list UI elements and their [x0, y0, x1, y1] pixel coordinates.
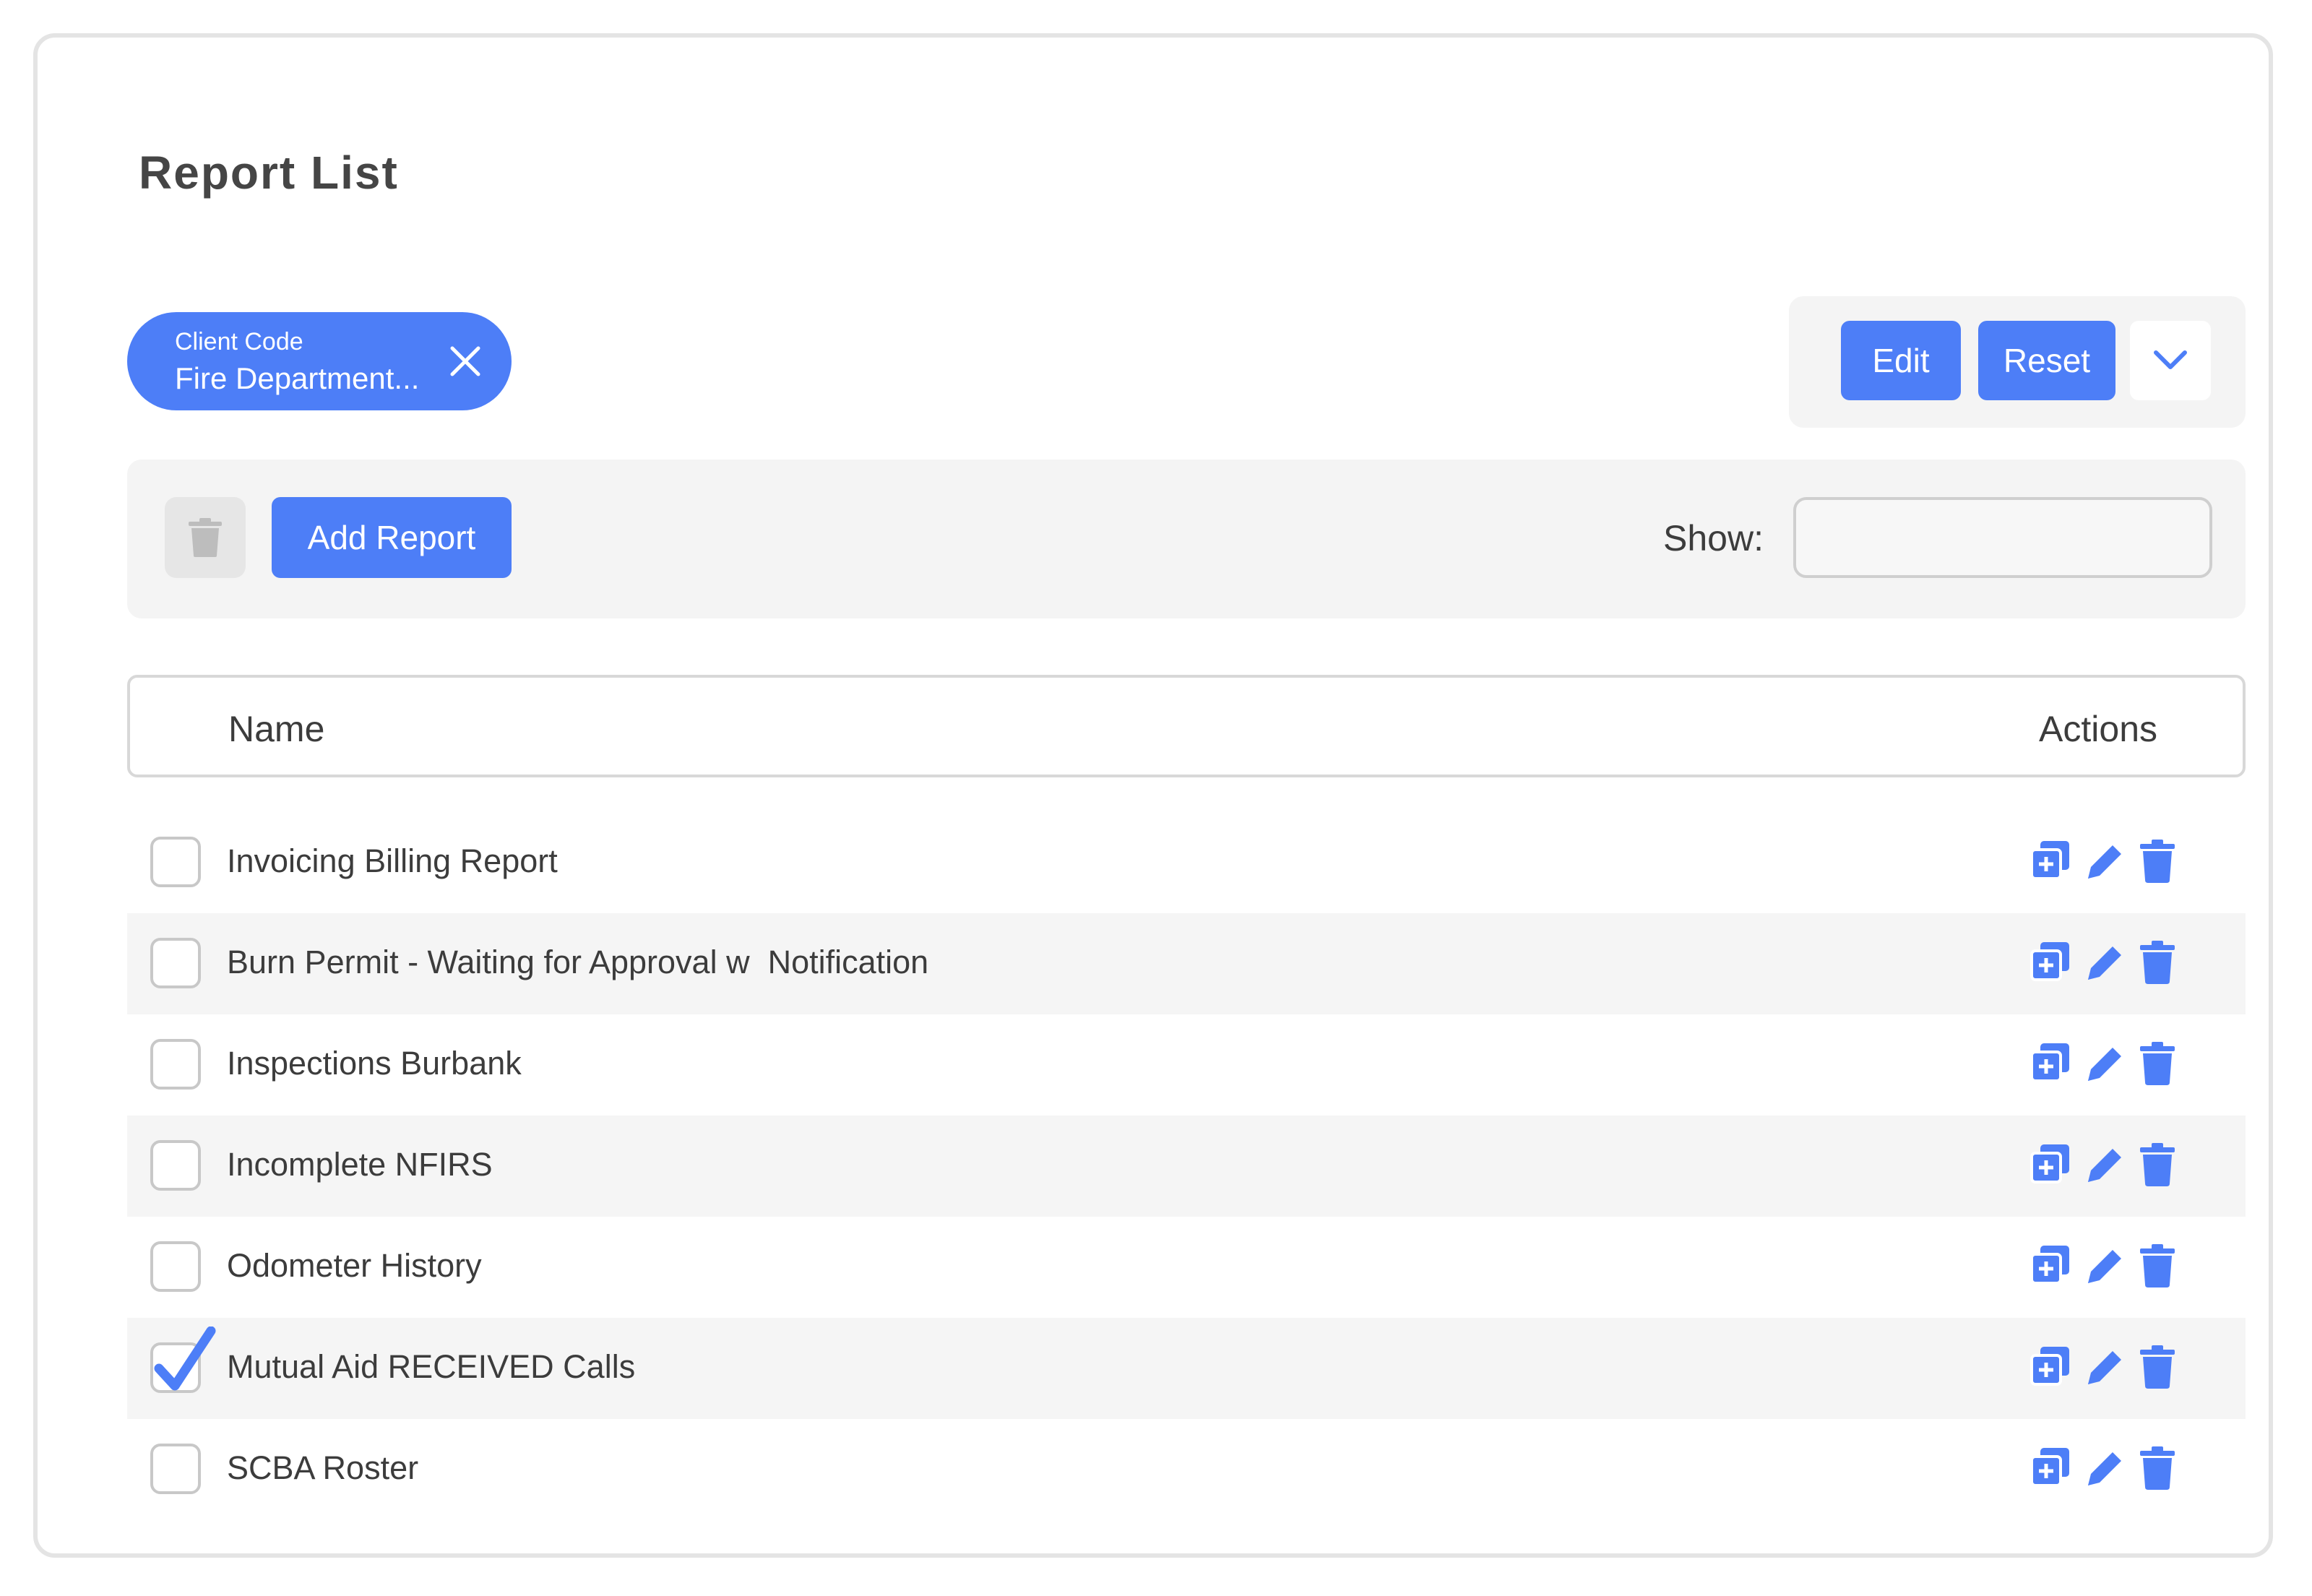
pencil-icon[interactable]	[2082, 1344, 2126, 1390]
pencil-icon[interactable]	[2082, 939, 2126, 985]
report-name[interactable]: Burn Permit - Waiting for Approval w Not…	[227, 944, 928, 981]
row-checkbox[interactable]	[150, 1444, 201, 1494]
close-icon[interactable]	[445, 341, 486, 381]
trash-icon	[189, 518, 222, 557]
row-checkbox[interactable]	[150, 1039, 201, 1090]
trash-icon[interactable]	[2136, 939, 2179, 985]
page-title: Report List	[139, 147, 399, 199]
more-actions-dropdown[interactable]	[2130, 321, 2211, 400]
report-name[interactable]: Invoicing Billing Report	[227, 842, 558, 880]
table-header: Name Actions	[127, 675, 2246, 777]
copy-add-icon[interactable]	[2029, 1243, 2072, 1289]
column-header-actions: Actions	[2039, 709, 2157, 749]
table-row[interactable]: Odometer History	[127, 1217, 2246, 1318]
show-input[interactable]	[1793, 497, 2212, 578]
trash-icon[interactable]	[2136, 1344, 2179, 1390]
trash-icon[interactable]	[2136, 1243, 2179, 1289]
report-name[interactable]: Incomplete NFIRS	[227, 1146, 493, 1183]
trash-icon[interactable]	[2136, 1040, 2179, 1087]
add-report-button[interactable]: Add Report	[272, 497, 512, 578]
table-row[interactable]: Incomplete NFIRS	[127, 1116, 2246, 1217]
pencil-icon[interactable]	[2082, 1040, 2126, 1087]
delete-selected-button[interactable]	[165, 497, 246, 578]
reset-button[interactable]: Reset	[1978, 321, 2115, 400]
column-header-name[interactable]: Name	[228, 708, 324, 750]
pencil-icon[interactable]	[2082, 1243, 2126, 1289]
show-label: Show:	[1663, 518, 1764, 558]
row-checkbox[interactable]	[150, 1327, 216, 1393]
report-name[interactable]: Mutual Aid RECEIVED Calls	[227, 1348, 635, 1386]
table-row[interactable]: Mutual Aid RECEIVED Calls	[127, 1318, 2246, 1419]
table-row[interactable]: Invoicing Billing Report	[127, 812, 2246, 913]
edit-button[interactable]: Edit	[1841, 321, 1961, 400]
trash-icon[interactable]	[2136, 1445, 2179, 1491]
copy-add-icon[interactable]	[2029, 1445, 2072, 1491]
pencil-icon[interactable]	[2082, 1445, 2126, 1491]
row-checkbox[interactable]	[150, 938, 201, 988]
report-name[interactable]: SCBA Roster	[227, 1449, 418, 1487]
filter-chip-client-code[interactable]: Client Code Fire Department...	[127, 312, 512, 410]
chevron-down-icon	[2154, 350, 2187, 369]
header-actions-panel: Edit Reset	[1789, 296, 2246, 428]
table-row[interactable]: Inspections Burbank	[127, 1014, 2246, 1116]
report-toolbar: Add Report Show:	[127, 460, 2246, 618]
row-checkbox[interactable]	[150, 837, 201, 887]
filter-chip-value: Fire Department...	[175, 361, 420, 395]
report-list-card: Report List Client Code Fire Department.…	[33, 33, 2273, 1558]
copy-add-icon[interactable]	[2029, 1142, 2072, 1188]
row-checkbox[interactable]	[150, 1241, 201, 1292]
trash-icon[interactable]	[2136, 838, 2179, 884]
row-checkbox[interactable]	[150, 1140, 201, 1191]
copy-add-icon[interactable]	[2029, 1344, 2072, 1390]
table-row[interactable]: SCBA Roster	[127, 1419, 2246, 1520]
copy-add-icon[interactable]	[2029, 838, 2072, 884]
report-name[interactable]: Odometer History	[227, 1247, 482, 1285]
checkmark-icon	[154, 1327, 216, 1391]
copy-add-icon[interactable]	[2029, 1040, 2072, 1087]
pencil-icon[interactable]	[2082, 1142, 2126, 1188]
table-row[interactable]: Burn Permit - Waiting for Approval w Not…	[127, 913, 2246, 1014]
trash-icon[interactable]	[2136, 1142, 2179, 1188]
filter-chip-label: Client Code	[175, 328, 303, 355]
copy-add-icon[interactable]	[2029, 939, 2072, 985]
report-name[interactable]: Inspections Burbank	[227, 1045, 522, 1082]
pencil-icon[interactable]	[2082, 838, 2126, 884]
report-table-body: Invoicing Billing Report Burn Permit - W…	[127, 812, 2246, 1520]
